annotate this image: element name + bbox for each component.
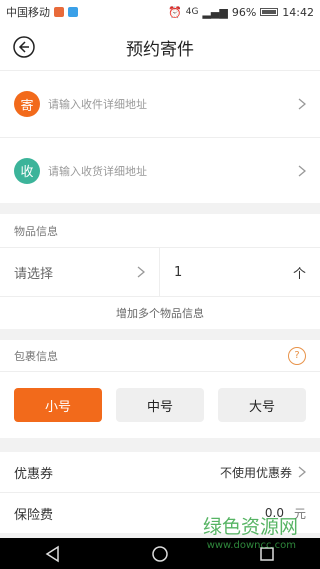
sender-address-placeholder: 请输入收件详细地址 <box>48 98 147 111</box>
chevron-right-icon <box>298 466 306 478</box>
item-info-header: 物品信息 <box>0 214 320 248</box>
package-info-card: 包裹信息 ? 小号 中号 大号 <box>0 340 320 438</box>
header: 预约寄件 <box>0 24 320 71</box>
package-info-header: 包裹信息 ? <box>0 340 320 372</box>
quantity-field[interactable]: 1 个 <box>160 263 320 282</box>
insurance-label: 保险费 <box>14 507 54 523</box>
item-select[interactable]: 请选择 <box>0 248 160 296</box>
chevron-right-icon <box>298 98 306 110</box>
sender-badge: 寄 <box>14 91 40 117</box>
home-circle-icon[interactable] <box>150 544 170 564</box>
help-icon[interactable]: ? <box>288 346 306 365</box>
image-notification-icon <box>68 7 78 17</box>
quantity-value: 1 <box>174 264 183 280</box>
page-title: 预约寄件 <box>126 39 194 60</box>
status-bar: 中国移动 ⏰ 4G ▂▄▆ 96% 14:42 <box>0 0 320 24</box>
receiver-address-row[interactable]: 收 请输入收货详细地址 <box>0 137 320 203</box>
coupon-row[interactable]: 优惠券 不使用优惠券 <box>0 452 320 493</box>
signal-icon: ▂▄▆ <box>202 5 228 19</box>
address-card: 寄 请输入收件详细地址 收 请输入收货详细地址 <box>0 71 320 203</box>
size-small-button[interactable]: 小号 <box>14 388 102 422</box>
receiver-address-placeholder: 请输入收货详细地址 <box>48 164 147 178</box>
watermark-text: 绿色资源网 <box>202 516 298 538</box>
item-select-label: 请选择 <box>14 266 54 282</box>
item-row: 请选择 1 个 <box>0 248 320 297</box>
coupon-value: 不使用优惠券 <box>219 465 292 480</box>
coupon-label: 优惠券 <box>14 466 54 482</box>
item-info-card: 物品信息 请选择 1 个 增加多个物品信息 <box>0 214 320 329</box>
item-info-title: 物品信息 <box>14 224 58 238</box>
time-label: 14:42 <box>282 5 314 19</box>
chevron-right-icon <box>298 165 306 176</box>
alarm-icon: ⏰ <box>168 5 182 19</box>
add-more-items-link[interactable]: 增加多个物品信息 <box>0 297 320 329</box>
size-medium-button[interactable]: 中号 <box>116 388 204 422</box>
carrier-label: 中国移动 <box>6 6 50 19</box>
chevron-right-icon <box>137 266 145 278</box>
size-large-button[interactable]: 大号 <box>218 388 306 422</box>
package-info-title: 包裹信息 <box>14 349 58 363</box>
size-selector: 小号 中号 大号 <box>0 372 320 438</box>
watermark-url: www.downcc.com <box>206 540 296 551</box>
network-label: 4G <box>185 7 199 17</box>
battery-icon <box>260 8 279 16</box>
battery-label: 96% <box>231 5 257 19</box>
sender-address-row[interactable]: 寄 请输入收件详细地址 <box>0 71 320 137</box>
receiver-badge: 收 <box>14 157 40 184</box>
back-triangle-icon[interactable] <box>43 544 63 564</box>
back-arrow-icon[interactable] <box>13 36 35 58</box>
app-notification-icon <box>54 7 64 17</box>
quantity-unit: 个 <box>292 266 306 282</box>
